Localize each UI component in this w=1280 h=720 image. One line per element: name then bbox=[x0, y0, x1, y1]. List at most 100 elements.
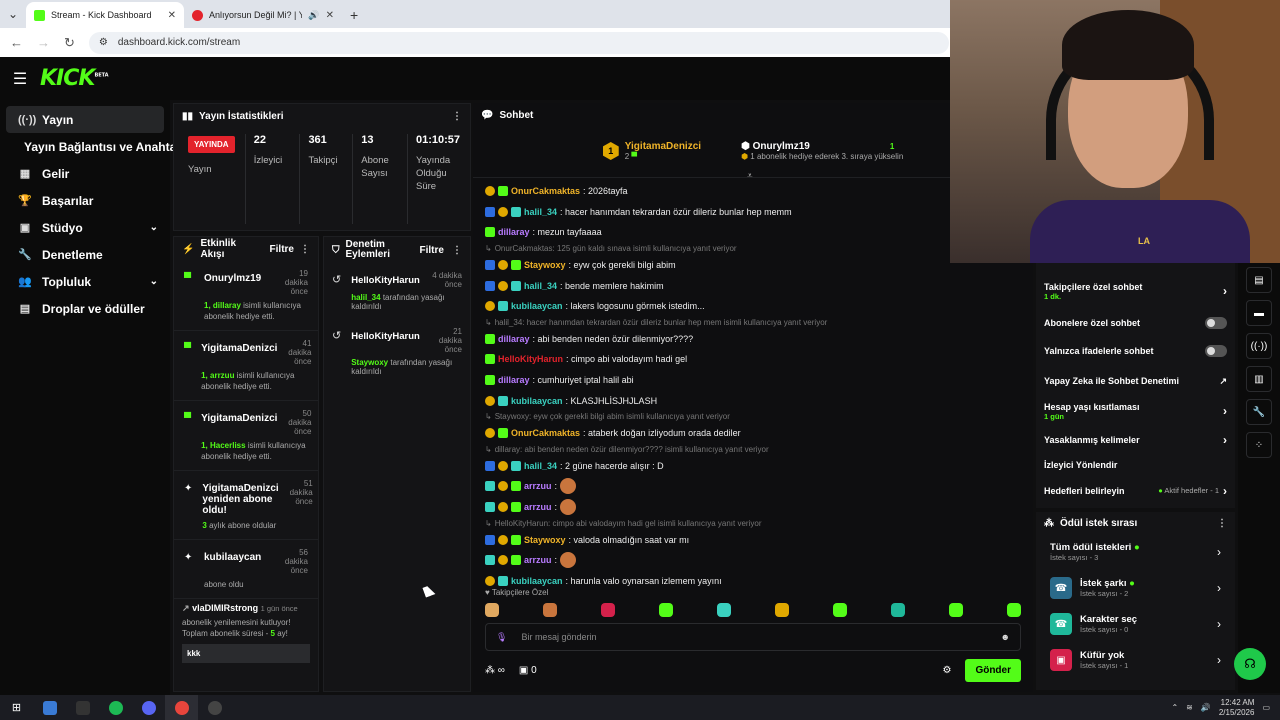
points-icon[interactable]: ⁂ ∞ bbox=[485, 665, 505, 676]
chat-username[interactable]: dillaray bbox=[498, 227, 530, 237]
more-icon[interactable]: ⋮ bbox=[300, 244, 310, 255]
chat-username[interactable]: kubilaaycan bbox=[511, 576, 563, 586]
tab-kick-dashboard[interactable]: Stream - Kick Dashboard ✕ bbox=[26, 2, 184, 28]
chat-bubble-icon[interactable]: ▬ bbox=[1246, 300, 1272, 326]
more-icon[interactable]: ⋮ bbox=[452, 111, 462, 122]
back-icon[interactable]: ← bbox=[10, 35, 23, 50]
chat-username[interactable]: dillaray bbox=[498, 334, 530, 344]
chat-username[interactable]: Staywoxy bbox=[524, 260, 566, 270]
chat-username[interactable]: Staywoxy bbox=[524, 535, 566, 545]
emote-icon[interactable] bbox=[775, 603, 789, 617]
setting-goals[interactable]: Hedefleri belirleyin ● Aktif hedefler - 1… bbox=[1036, 477, 1235, 504]
tab-search-chevron-icon[interactable]: ⌄ bbox=[0, 0, 26, 28]
toggle-switch[interactable] bbox=[1205, 345, 1227, 357]
chat-username[interactable]: arrzuu bbox=[524, 555, 552, 565]
emote-icon[interactable] bbox=[949, 603, 963, 617]
sidebar-item-gelir[interactable]: ▦ Gelir bbox=[6, 160, 164, 187]
reward-character[interactable]: ☎ Karakter seç İstek sayısı - 0 › bbox=[1036, 606, 1235, 642]
layout-icon[interactable]: ▥ bbox=[1246, 366, 1272, 392]
more-icon[interactable]: ⋮ bbox=[452, 245, 462, 256]
grid-icon[interactable]: ⁘ bbox=[1246, 432, 1272, 458]
chat-username[interactable]: arrzuu bbox=[524, 502, 552, 512]
spotify-icon[interactable] bbox=[99, 695, 132, 720]
sidebar-item-denetleme[interactable]: 🔧 Denetleme bbox=[6, 241, 164, 268]
new-tab-button[interactable]: + bbox=[342, 2, 366, 28]
chat-username[interactable]: dillaray bbox=[498, 375, 530, 385]
chat-username[interactable]: halil_34 bbox=[524, 207, 557, 217]
chat-username[interactable]: HelloKityHarun bbox=[498, 354, 563, 364]
chat-username[interactable]: kubilaaycan bbox=[511, 396, 563, 406]
emote-icon[interactable] bbox=[543, 603, 557, 617]
emote-icon[interactable] bbox=[833, 603, 847, 617]
app-icon[interactable] bbox=[33, 695, 66, 720]
more-icon[interactable]: ⋮ bbox=[1217, 518, 1227, 529]
chevron-up-icon[interactable]: ⌃ bbox=[1171, 703, 1178, 712]
chat-username[interactable]: halil_34 bbox=[524, 281, 557, 291]
tab-youtube[interactable]: Anlıyorsun Değil Mi? | YouTube 🔊 ✕ bbox=[184, 2, 342, 28]
emote-icon[interactable] bbox=[601, 603, 615, 617]
chat-username[interactable]: halil_34 bbox=[524, 461, 557, 471]
discord-icon[interactable] bbox=[132, 695, 165, 720]
obs-icon[interactable] bbox=[198, 695, 231, 720]
reward-song-request[interactable]: ☎ İstek şarkı ● İstek sayısı - 2 › bbox=[1036, 570, 1235, 606]
tab-close-icon[interactable]: ✕ bbox=[326, 10, 334, 21]
sidebar-item-basarilar[interactable]: 🏆 Başarılar bbox=[6, 187, 164, 214]
stat-subs: 13 Abone Sayısı bbox=[353, 134, 408, 224]
mic-icon[interactable]: 🎙 bbox=[496, 632, 507, 643]
setting-banned-words[interactable]: Yasaklanmış kelimeler › bbox=[1036, 426, 1235, 453]
emote-icon[interactable] bbox=[659, 603, 673, 617]
forward-icon[interactable]: → bbox=[37, 35, 50, 50]
setting-raid[interactable]: İzleyici Yönlendir bbox=[1036, 453, 1235, 477]
help-headset-icon[interactable]: ☊ bbox=[1234, 648, 1266, 680]
setting-emotes-only[interactable]: Yalnızca ifadelerle sohbet bbox=[1036, 336, 1235, 366]
filter-button[interactable]: Filtre bbox=[270, 244, 294, 255]
reward-all[interactable]: Tüm ödül istekleri ● İstek sayısı - 3 › bbox=[1036, 534, 1235, 570]
gold-badge-icon bbox=[485, 575, 495, 586]
kick-logo[interactable]: KICKBETA bbox=[40, 66, 109, 91]
url-field[interactable]: ⚙ dashboard.kick.com/stream bbox=[88, 31, 949, 54]
top-gifter-2[interactable]: ⬢ Onurylmz19 1 ⬢ 1 abonelik hediye ederek… bbox=[741, 141, 903, 161]
chat-username[interactable]: kubilaaycan bbox=[511, 301, 563, 311]
clock[interactable]: 12:42 AM 2/15/2026 bbox=[1219, 698, 1255, 718]
emote-icon[interactable] bbox=[485, 603, 499, 617]
notes-icon[interactable]: ▤ bbox=[1246, 267, 1272, 293]
setting-account-age[interactable]: Hesap yaşı kısıtlaması 1 gün › bbox=[1036, 396, 1235, 426]
emote-icon[interactable] bbox=[1007, 603, 1021, 617]
chat-username[interactable]: arrzuu bbox=[524, 481, 552, 491]
menu-icon[interactable]: ☰ bbox=[0, 69, 40, 89]
chrome-icon[interactable] bbox=[165, 695, 198, 720]
volume-icon[interactable]: 🔊 bbox=[1201, 703, 1211, 712]
chat-username[interactable]: OnurCakmaktas bbox=[511, 186, 580, 196]
sidebar-item-stream-key[interactable]: Yayın Bağlantısı ve Anahtarı bbox=[6, 133, 184, 160]
toggle-switch[interactable] bbox=[1205, 316, 1227, 329]
top-gifter-1[interactable]: 1 YigitamaDenizci 2 ▀ bbox=[602, 141, 701, 161]
sidebar-item-droplar[interactable]: ▤ Droplar ve ödüller bbox=[6, 295, 164, 322]
notification-icon[interactable]: ▭ bbox=[1262, 703, 1270, 712]
gift-box-icon[interactable]: ▣ 0 bbox=[519, 665, 537, 676]
tab-close-icon[interactable]: ✕ bbox=[168, 10, 176, 21]
app-icon[interactable] bbox=[66, 695, 99, 720]
send-button[interactable]: Gönder bbox=[965, 659, 1021, 682]
sidebar-item-topluluk[interactable]: 👥 Topluluk ⌄ bbox=[6, 268, 164, 295]
emoji-icon[interactable]: ☻ bbox=[1001, 632, 1010, 642]
wifi-icon[interactable]: ≋ bbox=[1186, 703, 1193, 712]
settings-gear-icon[interactable]: ⚙ bbox=[942, 665, 951, 676]
chat-text: : abi benden neden özür dilenmiyor???? bbox=[532, 333, 694, 344]
speaker-icon[interactable]: 🔊 bbox=[308, 10, 319, 21]
emote-icon[interactable] bbox=[891, 603, 905, 617]
chat-username[interactable]: OnurCakmaktas bbox=[511, 428, 580, 438]
chat-input[interactable]: 🎙 Bir mesaj gönderin ☻ bbox=[485, 623, 1021, 651]
windows-start-icon[interactable]: ⊞ bbox=[0, 695, 33, 720]
setting-ai-moderation[interactable]: Yapay Zeka ile Sohbet Denetimi ↗ bbox=[1036, 366, 1235, 396]
broadcast-icon[interactable]: ((·)) bbox=[1246, 333, 1272, 359]
sidebar-item-yayin[interactable]: ((·)) Yayın bbox=[6, 106, 164, 133]
sidebar-item-studyo[interactable]: ▣ Stüdyo ⌄ bbox=[6, 214, 164, 241]
wrench-icon[interactable]: 🔧 bbox=[1246, 399, 1272, 425]
setting-followers-only[interactable]: Takipçilere özel sohbet 1 dk. › bbox=[1036, 263, 1235, 309]
emote-icon[interactable] bbox=[717, 603, 731, 617]
site-info-icon[interactable]: ⚙ bbox=[99, 37, 108, 48]
reward-no-swearing[interactable]: ▣ Küfür yok İstek sayısı - 1 › bbox=[1036, 642, 1235, 678]
reload-icon[interactable]: ↻ bbox=[64, 35, 75, 51]
setting-subs-only[interactable]: Abonelere özel sohbet bbox=[1036, 309, 1235, 336]
filter-button[interactable]: Filtre bbox=[420, 245, 444, 256]
